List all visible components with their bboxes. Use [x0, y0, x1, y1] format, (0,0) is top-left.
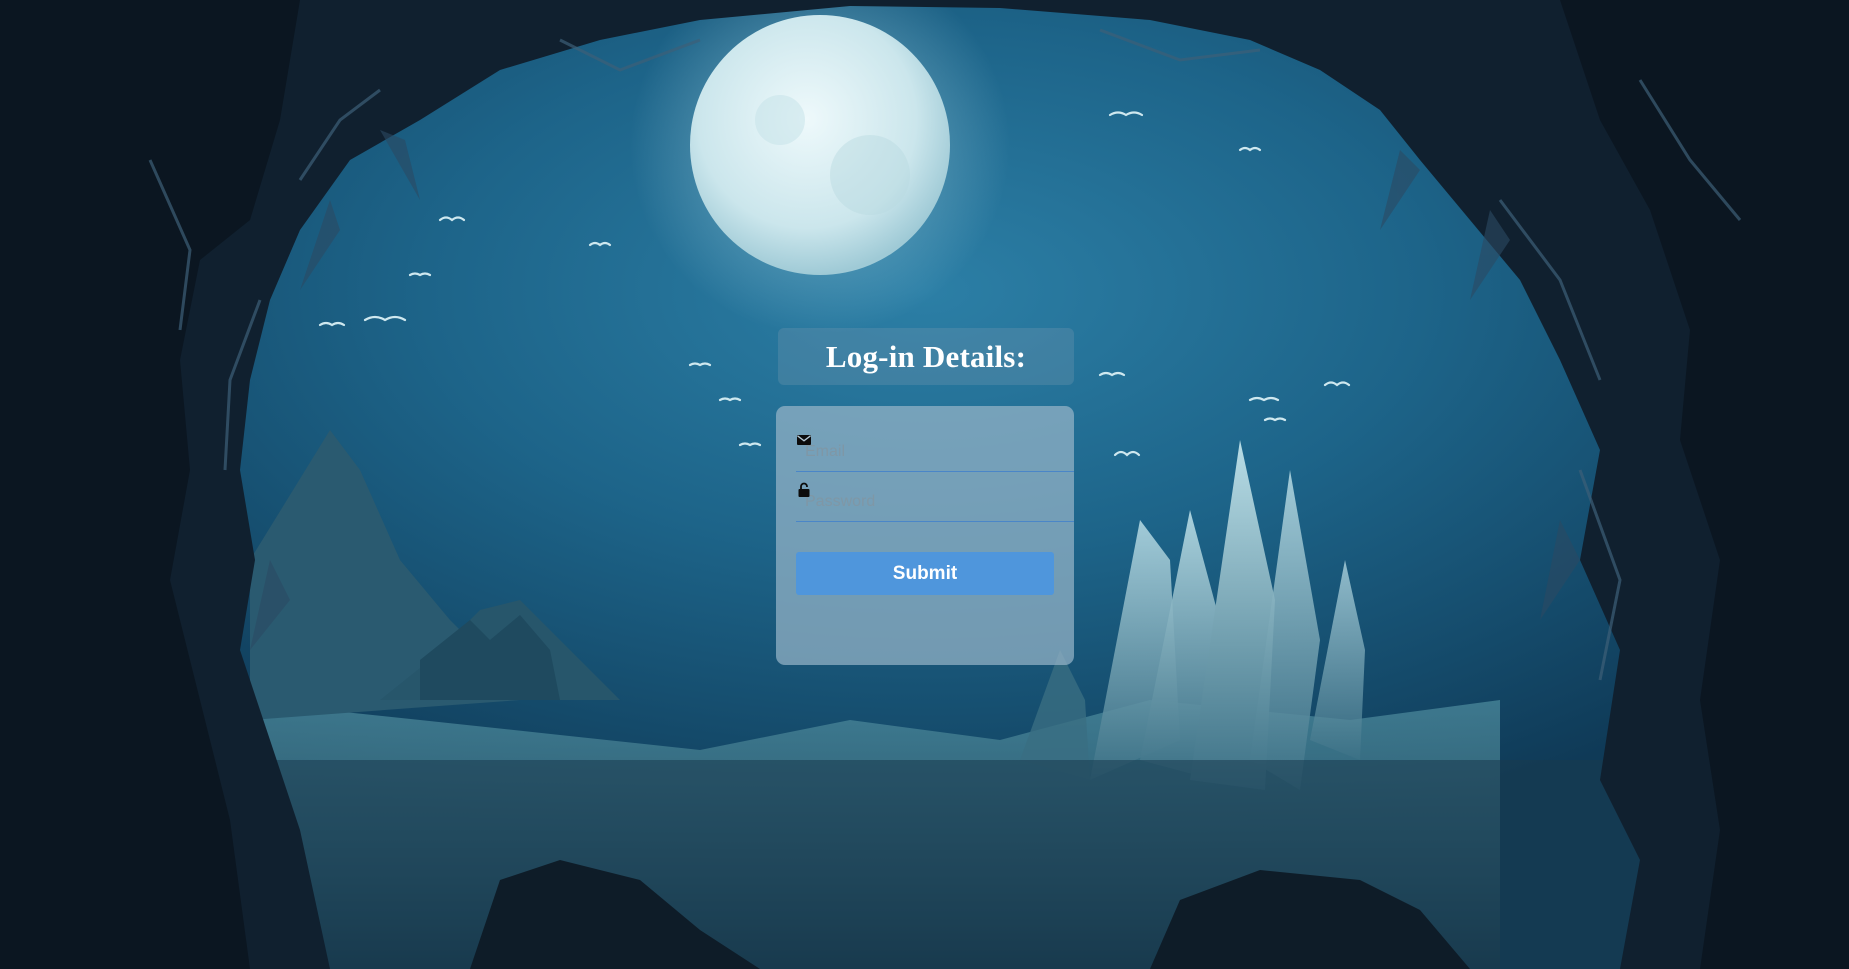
password-field-group: [796, 482, 1074, 522]
envelope-icon: [797, 435, 811, 445]
email-input[interactable]: [796, 432, 1074, 472]
password-input[interactable]: [796, 482, 1074, 522]
unlocked-padlock-icon: [798, 482, 810, 497]
login-heading-box: Log-in Details:: [778, 328, 1074, 385]
submit-button[interactable]: Submit: [796, 552, 1054, 595]
login-heading: Log-in Details:: [825, 338, 1027, 374]
cave-night-background: Log-in Details: Submit: [0, 0, 1849, 969]
email-field-group: [796, 432, 1074, 472]
login-form: Submit: [776, 406, 1074, 665]
